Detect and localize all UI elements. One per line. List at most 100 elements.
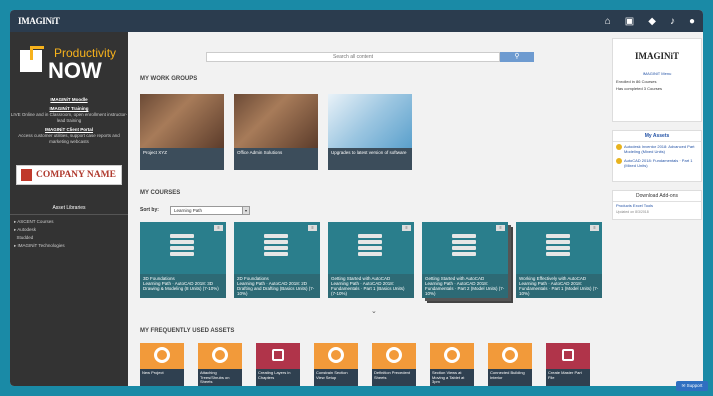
- menu-icon[interactable]: ≡: [402, 225, 411, 231]
- download-card: Download Add-ons Products Excel Tools Up…: [612, 190, 702, 220]
- chevron-down-icon: ▾: [242, 207, 249, 214]
- my-assets-title: My Assets: [613, 131, 701, 142]
- course-card[interactable]: ≡ 2D Foundations Learning Path · AutoCAD …: [234, 222, 320, 298]
- download-date: Updated on 8/3/2018: [616, 210, 649, 214]
- asset-link[interactable]: Autodesk Inventor 2018: Advanced Part Mo…: [613, 142, 701, 156]
- course-title: Getting Started with AutoCAD Learning Pat…: [328, 274, 414, 298]
- asset-link[interactable]: AutoCAD 2018: Fundamentals · Part 1 (Mix…: [613, 156, 701, 170]
- folder-icon: [616, 144, 622, 150]
- download-item[interactable]: Products Excel Tools: [613, 202, 701, 209]
- library-item[interactable]: ▸ ASCENT Courses: [14, 218, 65, 226]
- company-logo: COMPANY NAME: [16, 165, 122, 185]
- user-icon[interactable]: ●: [689, 16, 695, 27]
- library-item[interactable]: Studded: [14, 234, 65, 242]
- profile-card: IMAGINiT IMAGINiT Menu Enrolled in 86 Co…: [612, 38, 702, 122]
- course-title: Getting Started with AutoCAD Learning Pat…: [422, 274, 508, 298]
- asset-label: Creating Layers in Chapters: [256, 369, 300, 386]
- asset-tile[interactable]: Creating Layers in Chapters: [256, 343, 300, 386]
- topbar-logo[interactable]: IMAGINiT: [18, 16, 60, 26]
- library-item[interactable]: ▸ IMAGINiT Technologies: [14, 242, 65, 250]
- asset-label: Definition Precedent Sheets: [372, 369, 416, 386]
- right-sidebar: IMAGINiT IMAGINiT Menu Enrolled in 86 Co…: [608, 32, 703, 386]
- camera-icon: [272, 349, 284, 361]
- book-stack-icon: [452, 234, 476, 262]
- search-icon: ⚲: [514, 53, 520, 60]
- my-assets-card: My Assets Autodesk Inventor 2018: Advanc…: [612, 130, 702, 182]
- sidebar-link-moodle[interactable]: IMAGINiT Moodle: [10, 97, 128, 103]
- section-title-work-groups: MY WORK GROUPS: [140, 76, 198, 82]
- bell-icon[interactable]: ♪: [670, 16, 675, 27]
- company-icon: [21, 169, 32, 181]
- productivity-now-logo: Productivity NOW: [16, 44, 122, 84]
- sidebar-links: IMAGINiT Moodle IMAGINiT Training LIVE O…: [10, 94, 128, 145]
- work-group-card[interactable]: Office Admin Solutions: [234, 94, 318, 170]
- work-group-image: [234, 94, 318, 148]
- work-group-image: [328, 94, 412, 148]
- company-name: COMPANY NAME: [36, 170, 116, 180]
- asset-tile[interactable]: Constrain Section View Setup: [314, 343, 358, 386]
- menu-icon[interactable]: ≡: [308, 225, 317, 231]
- course-title: Working Effectively with AutoCAD Learning…: [516, 274, 602, 298]
- course-card[interactable]: ≡ Working Effectively with AutoCAD Learni…: [516, 222, 602, 298]
- asset-label: Attaching Trees/Shrubs on Sheets: [198, 369, 242, 386]
- search-input[interactable]: Search all content: [206, 52, 500, 62]
- main-content: Search all content ⚲ MY WORK GROUPS Proj…: [128, 32, 608, 386]
- asset-icon: [328, 347, 344, 363]
- asset-label: Section Views at Moving a Tablet at 3pm: [430, 369, 474, 386]
- sort-select[interactable]: Learning Path ▾: [170, 206, 250, 215]
- sidebar-link-portal-desc: Access customer utilities, support case …: [18, 133, 120, 144]
- work-group-card[interactable]: Upgrades to latest version of software: [328, 94, 412, 170]
- book-stack-icon: [358, 234, 382, 262]
- home-icon[interactable]: ⌂: [605, 16, 611, 27]
- asset-label: Connected Building Interior: [488, 369, 532, 386]
- work-group-card[interactable]: Project XYZ: [140, 94, 224, 170]
- asset-tile[interactable]: Section Views at Moving a Tablet at 3pm: [430, 343, 474, 386]
- enrolled-count: Enrolled in 86 Courses: [616, 79, 657, 84]
- course-title: 3D Foundations Learning Path · AutoCAD 20…: [140, 274, 226, 298]
- app-window: IMAGINiT ⌂ ▣ ◆ ♪ ● Productivity NOW IMAG…: [0, 0, 713, 396]
- asset-icon: [502, 347, 518, 363]
- search-button[interactable]: ⚲: [500, 52, 534, 62]
- asset-tile[interactable]: Create Master Part File: [546, 343, 590, 386]
- asset-label: New Project: [140, 369, 184, 386]
- asset-tile[interactable]: Attaching Trees/Shrubs on Sheets: [198, 343, 242, 386]
- work-group-label: Office Admin Solutions: [234, 148, 318, 170]
- topbar-icons: ⌂ ▣ ◆ ♪ ●: [605, 16, 695, 27]
- book-stack-icon: [170, 234, 194, 262]
- asset-icon: [386, 347, 402, 363]
- briefcase-icon[interactable]: ▣: [625, 16, 634, 27]
- folder-icon: [616, 158, 622, 164]
- course-card[interactable]: ≡ Getting Started with AutoCAD Learning P…: [328, 222, 414, 298]
- book-stack-icon: [546, 234, 570, 262]
- library-item[interactable]: ▸ Autodesk: [14, 226, 65, 234]
- download-title: Download Add-ons: [613, 191, 701, 202]
- course-title: 2D Foundations Learning Path · AutoCAD 20…: [234, 274, 320, 298]
- section-title-frequent: MY FREQUENTLY USED ASSETS: [140, 328, 235, 334]
- graduation-cap-icon[interactable]: ◆: [648, 16, 656, 27]
- asset-tile[interactable]: New Project: [140, 343, 184, 386]
- section-title-courses: MY COURSES: [140, 190, 181, 196]
- asset-libraries-heading: Asset Libraries: [10, 202, 128, 215]
- menu-icon[interactable]: ≡: [590, 225, 599, 231]
- asset-label: Create Master Part File: [546, 369, 590, 386]
- asset-tile[interactable]: Connected Building Interior: [488, 343, 532, 386]
- book-stack-icon: [264, 234, 288, 262]
- imaginit-menu-link[interactable]: IMAGINiT Menu: [613, 69, 701, 78]
- course-card[interactable]: ≡ 3D Foundations Learning Path · AutoCAD …: [140, 222, 226, 298]
- sort-value: Learning Path: [174, 208, 203, 213]
- logo-text-main: NOW: [48, 58, 102, 83]
- work-group-label: Project XYZ: [140, 148, 224, 170]
- top-navbar: IMAGINiT ⌂ ▣ ◆ ♪ ●: [10, 10, 703, 32]
- work-group-image: [140, 94, 224, 148]
- asset-library-list: ▸ ASCENT Courses ▸ Autodesk Studded ▸ IM…: [14, 218, 65, 250]
- menu-icon[interactable]: ≡: [214, 225, 223, 231]
- chevron-down-icon[interactable]: ⌄: [371, 307, 377, 315]
- course-card[interactable]: ≡ Getting Started with AutoCAD Learning P…: [422, 222, 508, 298]
- work-group-label: Upgrades to latest version of software: [328, 148, 412, 170]
- menu-icon[interactable]: ≡: [496, 225, 505, 231]
- asset-icon: [212, 347, 228, 363]
- asset-tile[interactable]: Definition Precedent Sheets: [372, 343, 416, 386]
- support-button[interactable]: ✉ Support: [676, 381, 708, 391]
- asset-icon: [444, 347, 460, 363]
- asset-icon: [154, 347, 170, 363]
